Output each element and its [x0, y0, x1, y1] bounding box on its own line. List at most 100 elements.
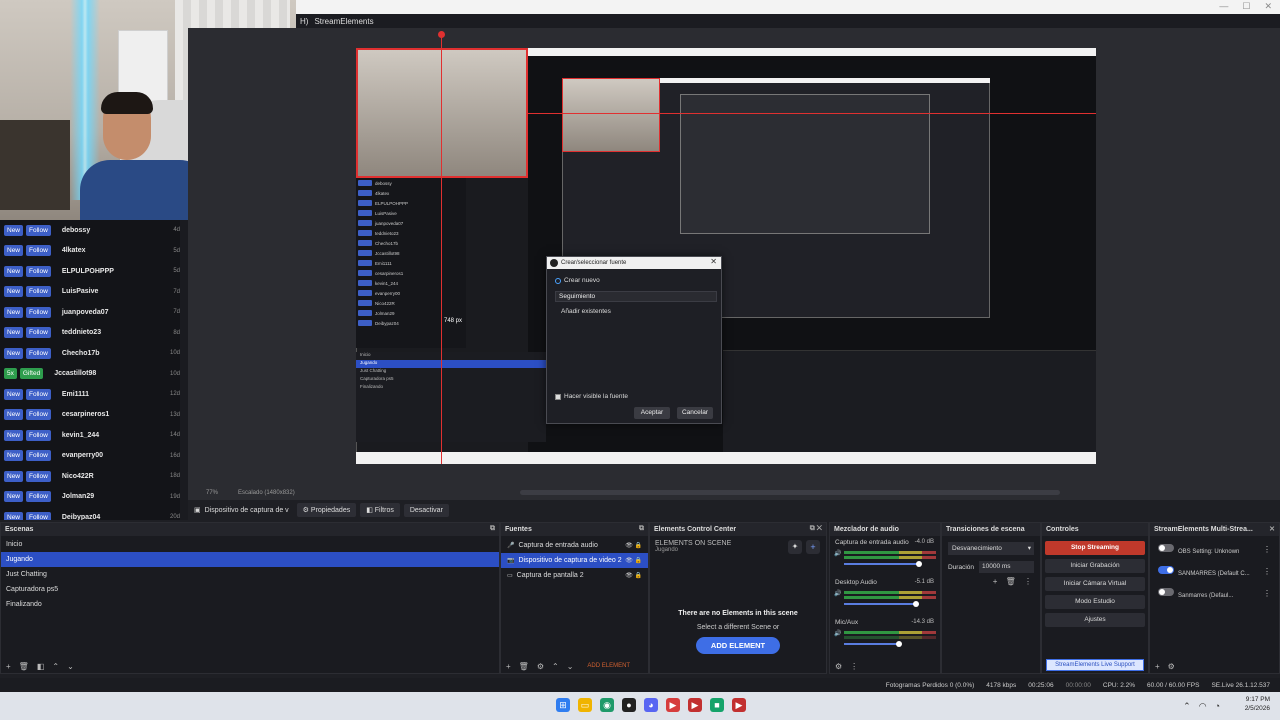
move-down-icon[interactable]: ⌄ — [567, 662, 574, 671]
source-item[interactable]: 🎤 Captura de entrada audio 👁 🔒 — [501, 538, 648, 553]
volume-slider[interactable] — [844, 643, 899, 645]
destination-toggle[interactable] — [1158, 566, 1174, 574]
volume-slider[interactable] — [844, 563, 919, 565]
chat-username[interactable]: LuisPasive — [62, 288, 164, 295]
studio-mode-button[interactable]: Modo Estudio — [1045, 595, 1145, 609]
add-transition-icon[interactable]: + — [993, 577, 998, 586]
source-item[interactable]: 📷 Dispositivo de captura de video 2 👁 🔒 — [501, 553, 648, 568]
chat-username[interactable]: kevin1_244 — [62, 432, 164, 439]
remove-transition-icon[interactable]: 🗑 — [1006, 577, 1016, 586]
destination-toggle[interactable] — [1158, 544, 1174, 552]
discord-icon[interactable]: ◕ — [644, 698, 658, 712]
source-item[interactable]: ▭ Captura de pantalla 2 👁 🔒 — [501, 568, 648, 583]
volume-knob[interactable] — [916, 561, 922, 567]
start-recording-button[interactable]: Iniciar Grabación — [1045, 559, 1145, 573]
mixer-settings-icon[interactable]: ⚙ — [835, 662, 842, 671]
chat-scrollbar[interactable] — [180, 220, 188, 520]
create-new-radio[interactable]: Crear nuevo — [555, 277, 600, 284]
dock-float-icon[interactable]: ⧉ — [490, 525, 495, 533]
chat-username[interactable]: debossy — [62, 227, 164, 234]
chat-username[interactable]: Emi1111 — [62, 391, 164, 398]
edge-icon[interactable]: ◉ — [600, 698, 614, 712]
destination-menu-icon[interactable]: ⋮ — [1263, 545, 1271, 554]
cancel-button[interactable]: Cancelar — [677, 407, 713, 419]
deactivate-button[interactable]: Desactivar — [403, 503, 449, 517]
dialog-close-icon[interactable]: ✕ — [710, 257, 717, 266]
chat-username[interactable]: teddnieto23 — [62, 329, 164, 336]
chat-username[interactable]: evanperry00 — [62, 452, 164, 459]
destination-toggle[interactable] — [1158, 588, 1174, 596]
app-icon[interactable]: ▶ — [732, 698, 746, 712]
chat-username[interactable]: juanpoveda07 — [62, 309, 164, 316]
chat-username[interactable]: Checho17b — [62, 350, 164, 357]
move-up-icon[interactable]: ⌃ — [552, 662, 559, 671]
close-button[interactable]: ✕ — [1264, 1, 1272, 12]
app-icon[interactable]: ▶ — [688, 698, 702, 712]
source-name-input[interactable]: Seguimiento — [555, 291, 717, 302]
transition-select[interactable]: Desvanecimiento ▾ — [948, 542, 1034, 555]
chat-username[interactable]: ELPULPOHPPP — [62, 268, 164, 275]
move-up-icon[interactable]: ⌃ — [52, 662, 59, 671]
zoom-level[interactable]: 77% — [206, 490, 218, 496]
move-down-icon[interactable]: ⌄ — [67, 662, 74, 671]
app-icon[interactable]: ▶ — [666, 698, 680, 712]
dock-close-icon[interactable]: ⧉ ✕ — [810, 525, 822, 533]
scene-item[interactable]: Capturadora ps5 — [1, 582, 499, 597]
duration-input[interactable]: 10000 ms — [979, 561, 1034, 573]
chat-username[interactable]: Nico422R — [62, 473, 164, 480]
dock-close-icon[interactable]: ✕ — [1269, 525, 1275, 533]
settings-button[interactable]: Ajustes — [1045, 613, 1145, 627]
visibility-lock-icons[interactable]: 👁 🔒 — [625, 572, 642, 579]
chat-username[interactable]: 4lkatex — [62, 247, 164, 254]
add-scene-icon[interactable]: + — [6, 662, 11, 671]
scene-item[interactable]: Finalizando — [1, 597, 499, 612]
chat-username[interactable]: Jccastillot98 — [54, 370, 164, 377]
add-source-icon[interactable]: + — [506, 662, 511, 671]
visible-checkbox[interactable]: Hacer visible la fuente — [555, 393, 628, 400]
remove-source-icon[interactable]: 🗑 — [519, 662, 529, 671]
filter-scene-icon[interactable]: ◧ — [37, 662, 45, 671]
maximize-button[interactable]: ☐ — [1242, 1, 1250, 12]
scene-item[interactable]: Jugando — [1, 552, 499, 567]
add-existing-radio[interactable]: Añadir existentes — [555, 308, 611, 315]
scene-item[interactable]: Just Chatting — [1, 567, 499, 582]
transition-menu-icon[interactable]: ⋮ — [1024, 577, 1032, 586]
add-element-button[interactable]: ADD ELEMENT — [696, 637, 780, 654]
stop-streaming-button[interactable]: Stop Streaming — [1045, 541, 1145, 555]
rotation-handle[interactable] — [438, 31, 445, 38]
preview-webcam-source[interactable] — [356, 48, 528, 178]
speaker-icon[interactable]: 🔊 — [834, 630, 841, 637]
chat-username[interactable]: Jolman29 — [62, 493, 164, 500]
multistream-settings-icon[interactable]: ⚙ — [1168, 662, 1175, 671]
destination-menu-icon[interactable]: ⋮ — [1263, 589, 1271, 598]
add-element-link[interactable]: ADD ELEMENT — [587, 663, 630, 669]
source-settings-icon[interactable]: ⚙ — [537, 662, 544, 671]
taskbar-clock[interactable]: 9:17 PM 2/5/2026 — [1245, 695, 1270, 713]
volume-icon[interactable]: ◔ — [1215, 701, 1220, 712]
add-icon[interactable]: + — [806, 540, 820, 554]
speaker-icon[interactable]: 🔊 — [834, 550, 841, 557]
app-icon[interactable]: ■ — [710, 698, 724, 712]
add-destination-icon[interactable]: + — [1155, 662, 1160, 671]
visibility-lock-icons[interactable]: 👁 🔒 — [625, 557, 642, 564]
speaker-icon[interactable]: 🔊 — [834, 590, 841, 597]
wifi-icon[interactable]: ◠ — [1199, 701, 1207, 712]
mixer-menu-icon[interactable]: ⋮ — [850, 662, 858, 671]
accept-button[interactable]: Aceptar — [634, 407, 670, 419]
scene-item[interactable]: Inicio — [1, 537, 499, 552]
chat-username[interactable]: cesarpineros1 — [62, 411, 164, 418]
file-explorer-icon[interactable]: ▭ — [578, 698, 592, 712]
dock-float-icon[interactable]: ⧉ — [639, 525, 644, 533]
virtual-camera-button[interactable]: Iniciar Cámara Virtual — [1045, 577, 1145, 591]
properties-button[interactable]: ⚙ Propiedades — [296, 503, 357, 517]
minimize-button[interactable]: — — [1219, 1, 1228, 12]
preview-horizontal-scrollbar[interactable] — [520, 490, 1060, 495]
filters-button[interactable]: ◧ Filtros — [360, 503, 400, 517]
chat-username[interactable]: Deibypaz04 — [62, 514, 164, 520]
sparkle-icon[interactable]: ✦ — [788, 540, 802, 554]
volume-knob[interactable] — [913, 601, 919, 607]
volume-slider[interactable] — [844, 603, 916, 605]
chevron-up-icon[interactable]: ⌃ — [1183, 701, 1191, 712]
visibility-lock-icons[interactable]: 👁 🔒 — [625, 542, 642, 549]
remove-scene-icon[interactable]: 🗑 — [19, 662, 29, 671]
